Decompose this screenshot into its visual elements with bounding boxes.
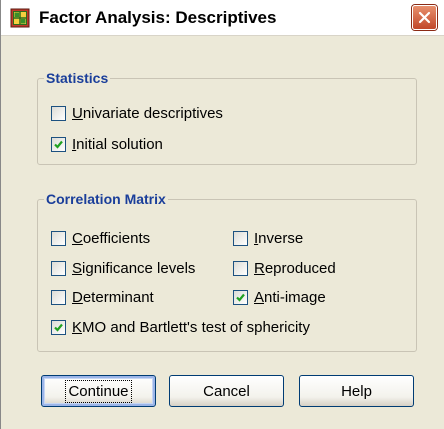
checkbox-box[interactable] [51,319,66,335]
initial-solution-checkbox[interactable]: Initial solution [51,134,163,154]
statistics-group-title: Statistics [44,69,111,87]
checkbox-box[interactable] [51,230,66,246]
app-icon [10,8,30,28]
factor-analysis-descriptives-dialog: Factor Analysis: Descriptives Statistics… [0,0,444,429]
checkmark-icon [236,293,245,302]
correlation-matrix-group-title: Correlation Matrix [44,190,168,208]
checkbox-box[interactable] [51,260,66,276]
significance-levels-checkbox[interactable]: Significance levels [51,258,195,278]
checkbox-box[interactable] [51,289,66,305]
checkbox-box[interactable] [51,105,66,121]
title-bar[interactable]: Factor Analysis: Descriptives [1,0,444,36]
close-icon [418,11,431,24]
window-title: Factor Analysis: Descriptives [39,8,277,27]
close-button[interactable] [412,5,437,30]
determinant-checkbox[interactable]: Determinant [51,287,154,307]
checkbox-box[interactable] [51,136,66,152]
coefficients-checkbox[interactable]: Coefficients [51,228,150,248]
continue-button[interactable]: Continue [41,375,156,407]
cancel-button[interactable]: Cancel [169,375,284,407]
inverse-checkbox[interactable]: Inverse [233,228,303,248]
checkmark-icon [54,323,63,332]
checkbox-box[interactable] [233,289,248,305]
checkmark-icon [54,140,63,149]
anti-image-checkbox[interactable]: Anti-image [233,287,326,307]
help-button[interactable]: Help [299,375,414,407]
univariate-descriptives-checkbox[interactable]: Univariate descriptives [51,103,223,123]
kmo-bartlett-checkbox[interactable]: KMO and Bartlett's test of sphericity [51,317,310,337]
checkbox-box[interactable] [233,230,248,246]
checkbox-box[interactable] [233,260,248,276]
reproduced-checkbox[interactable]: Reproduced [233,258,336,278]
